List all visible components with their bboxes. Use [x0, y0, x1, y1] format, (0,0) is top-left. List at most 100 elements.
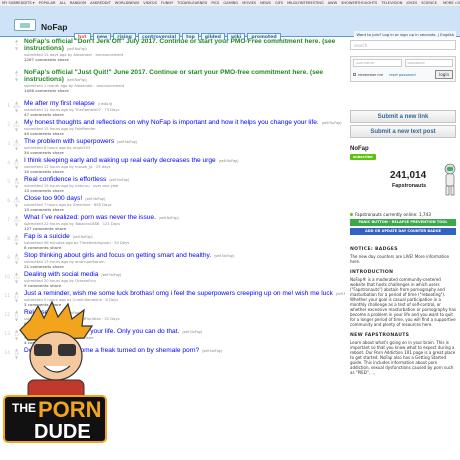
post-buttons[interactable]: 44 comments share — [24, 132, 345, 137]
topbar-link[interactable]: RANDOM — [70, 1, 86, 5]
post-title-link[interactable]: Real confidence is effortless — [24, 176, 106, 183]
post-buttons[interactable]: 127 comments share — [24, 227, 345, 232]
post-title-link[interactable]: Close too 900 days! — [24, 195, 82, 202]
post-domain[interactable]: (self.NoFap) — [219, 159, 239, 163]
post-domain[interactable]: (self.NoFap) — [182, 330, 202, 334]
topbar-link[interactable]: TELEVISION — [381, 1, 402, 5]
topbar-link[interactable]: SCIENCE — [421, 1, 437, 5]
topbar-link[interactable]: ASKREDDIT — [90, 1, 111, 5]
post-buttons[interactable]: 15 comments share — [24, 208, 345, 213]
topbar-link[interactable]: JOKES — [406, 1, 417, 5]
remember-checkbox[interactable] — [353, 73, 356, 76]
reset-password-link[interactable]: reset password — [389, 73, 416, 77]
topbar-link[interactable]: WORLDNEWS — [115, 1, 139, 5]
downvote-arrow-icon[interactable]: ▼ — [12, 128, 21, 132]
post-row: 7 ▲ 193 ▼ What I`ve realized: porn was never… — [0, 214, 345, 233]
astronaut-icon — [444, 163, 456, 196]
topbar-link[interactable]: MOVIES — [242, 1, 256, 5]
post-buttons[interactable]: 13 comments share — [24, 189, 345, 194]
post-domain[interactable]: (self.NoFap) — [214, 254, 234, 258]
username-field[interactable]: username — [353, 59, 402, 67]
topbar-link[interactable]: SHOWERTHOUGHTS — [341, 1, 377, 5]
reddit-logo[interactable] — [14, 19, 36, 31]
post-domain[interactable]: (self.NoFap) — [109, 178, 129, 182]
post-title-link[interactable]: My honest thoughts and reflections on wh… — [24, 119, 319, 126]
topbar-link[interactable]: TODAYILEARNED — [177, 1, 207, 5]
post-domain[interactable]: (self.NoFap) — [336, 292, 345, 296]
topbar-link[interactable]: AWW — [328, 1, 337, 5]
vote-box: ▲ • ▼ — [12, 70, 21, 82]
post-buttons[interactable]: 10 comments share — [24, 170, 345, 175]
downvote-arrow-icon[interactable]: ▼ — [12, 261, 21, 265]
post-title-link[interactable]: Fap is a suicide — [24, 233, 70, 240]
post-title-line: My honest thoughts and reflections on wh… — [24, 119, 345, 127]
post-rank: 1 — [7, 104, 10, 109]
topbar-link[interactable]: MILDLYINTERESTING — [287, 1, 324, 5]
post-domain[interactable]: (self.NoFap) — [67, 47, 87, 51]
submit-text-button[interactable]: Submit a new text post — [350, 125, 456, 138]
topbar-link[interactable]: GIFS — [275, 1, 283, 5]
porn-dude-ad-badge[interactable]: THE PORN DUDE — [0, 300, 110, 460]
search-input[interactable]: search — [350, 40, 456, 50]
topbar-link[interactable]: GAMING — [223, 1, 238, 5]
login-prompt[interactable]: Want to join? Log in or sign up in secon… — [354, 31, 456, 38]
post-title-link[interactable]: Me after my first relapse — [24, 100, 95, 107]
downvote-arrow-icon[interactable]: ▼ — [12, 166, 21, 170]
downvote-arrow-icon[interactable]: ▼ — [12, 204, 21, 208]
post-title-link[interactable]: Dealing with social media — [24, 271, 98, 278]
post-buttons[interactable]: 1408 comments share — [24, 89, 345, 94]
topbar-link[interactable]: VIDEOS — [143, 1, 157, 5]
password-field[interactable]: password — [404, 59, 453, 67]
post-domain[interactable]: (self.NoFap) — [67, 78, 87, 82]
post-buttons[interactable]: 6 comments share — [24, 246, 345, 251]
post-rank: 7 — [7, 218, 10, 223]
post-buttons[interactable]: 1267 comments share — [24, 58, 345, 63]
post-buttons[interactable]: 47 comments share — [24, 113, 345, 118]
submit-link-button[interactable]: Submit a new link — [350, 110, 456, 123]
topbar-link[interactable]: PICS — [211, 1, 219, 5]
post-title-link[interactable]: Just a reminder, wish me some luck broth… — [24, 290, 333, 297]
post-buttons[interactable]: 21 comments share — [24, 265, 345, 270]
post-domain[interactable]: (self.NoFap) — [73, 235, 93, 239]
post-domain[interactable]: (self.NoFap) — [322, 121, 342, 125]
post-row: 2 ▲ 311 ▼ My honest thoughts and reflections… — [0, 119, 345, 138]
post-domain[interactable]: (self.NoFap) — [159, 216, 179, 220]
post-domain[interactable]: (self.NoFap) — [101, 273, 121, 277]
subscriber-counter: 241,014 Fapstronauts — [350, 162, 456, 212]
downvote-arrow-icon[interactable]: ▼ — [12, 280, 21, 284]
post-buttons[interactable]: 34 comments share — [24, 151, 345, 156]
downvote-arrow-icon[interactable]: ▼ — [12, 78, 21, 82]
panic-button[interactable]: PANIC BUTTON - RELAPSE PREVENTION TOOL — [350, 219, 456, 226]
topbar-link[interactable]: FUNNY — [161, 1, 173, 5]
topbar-more-link[interactable]: MORE » — [440, 1, 457, 5]
topbar-link[interactable]: ALL — [59, 1, 65, 5]
login-button[interactable]: login — [435, 70, 453, 79]
post-title-link[interactable]: The problem with superpowers — [24, 138, 114, 145]
subscribe-button[interactable]: subscribe — [350, 154, 376, 160]
subreddit-bar: MY SUBREDDITS ▾ POPULAR ALL RANDOM ASKREDDIT… — [0, 0, 460, 7]
post-domain[interactable]: (self.NoFap) — [202, 349, 222, 353]
post-rank: 11 — [4, 294, 10, 299]
downvote-arrow-icon[interactable]: ▼ — [12, 109, 21, 113]
post-title-link[interactable]: I think sleeping early and waking up rea… — [24, 157, 216, 164]
day-counter-button[interactable]: ADD OR UPDATE DAY COUNTER BADGE — [350, 228, 456, 235]
downvote-arrow-icon[interactable]: ▼ — [12, 185, 21, 189]
post-buttons[interactable]: 9 comments share — [24, 284, 345, 289]
notice-text: The new day counters are LIVE! More info… — [350, 254, 450, 264]
post-title-link[interactable]: What I`ve realized: porn was never the i… — [24, 214, 156, 221]
post-title-line: NoFap's official "Just Quit!" June 2017.… — [24, 69, 344, 84]
topbar-link[interactable]: NEWS — [260, 1, 271, 5]
post-domain[interactable]: (self.NoFap) — [117, 140, 137, 144]
downvote-arrow-icon[interactable]: ▼ — [12, 223, 21, 227]
vote-box: ▲ 172 ▼ — [12, 139, 21, 151]
post-title-line: Dealing with social media (self.NoFap) — [24, 271, 345, 279]
topbar-link[interactable]: MY SUBREDDITS ▾ — [2, 1, 35, 5]
post-domain[interactable]: (i.redd.it) — [98, 102, 112, 106]
topbar-link[interactable]: POPULAR — [39, 1, 56, 5]
downvote-arrow-icon[interactable]: ▼ — [12, 147, 21, 151]
downvote-arrow-icon[interactable]: ▼ — [12, 47, 21, 51]
post-title-link[interactable]: Stop thinking about girls and focus on g… — [24, 252, 211, 259]
post-domain[interactable]: (self.NoFap) — [85, 197, 105, 201]
downvote-arrow-icon[interactable]: ▼ — [12, 242, 21, 246]
subreddit-name[interactable]: NoFap — [41, 22, 67, 32]
